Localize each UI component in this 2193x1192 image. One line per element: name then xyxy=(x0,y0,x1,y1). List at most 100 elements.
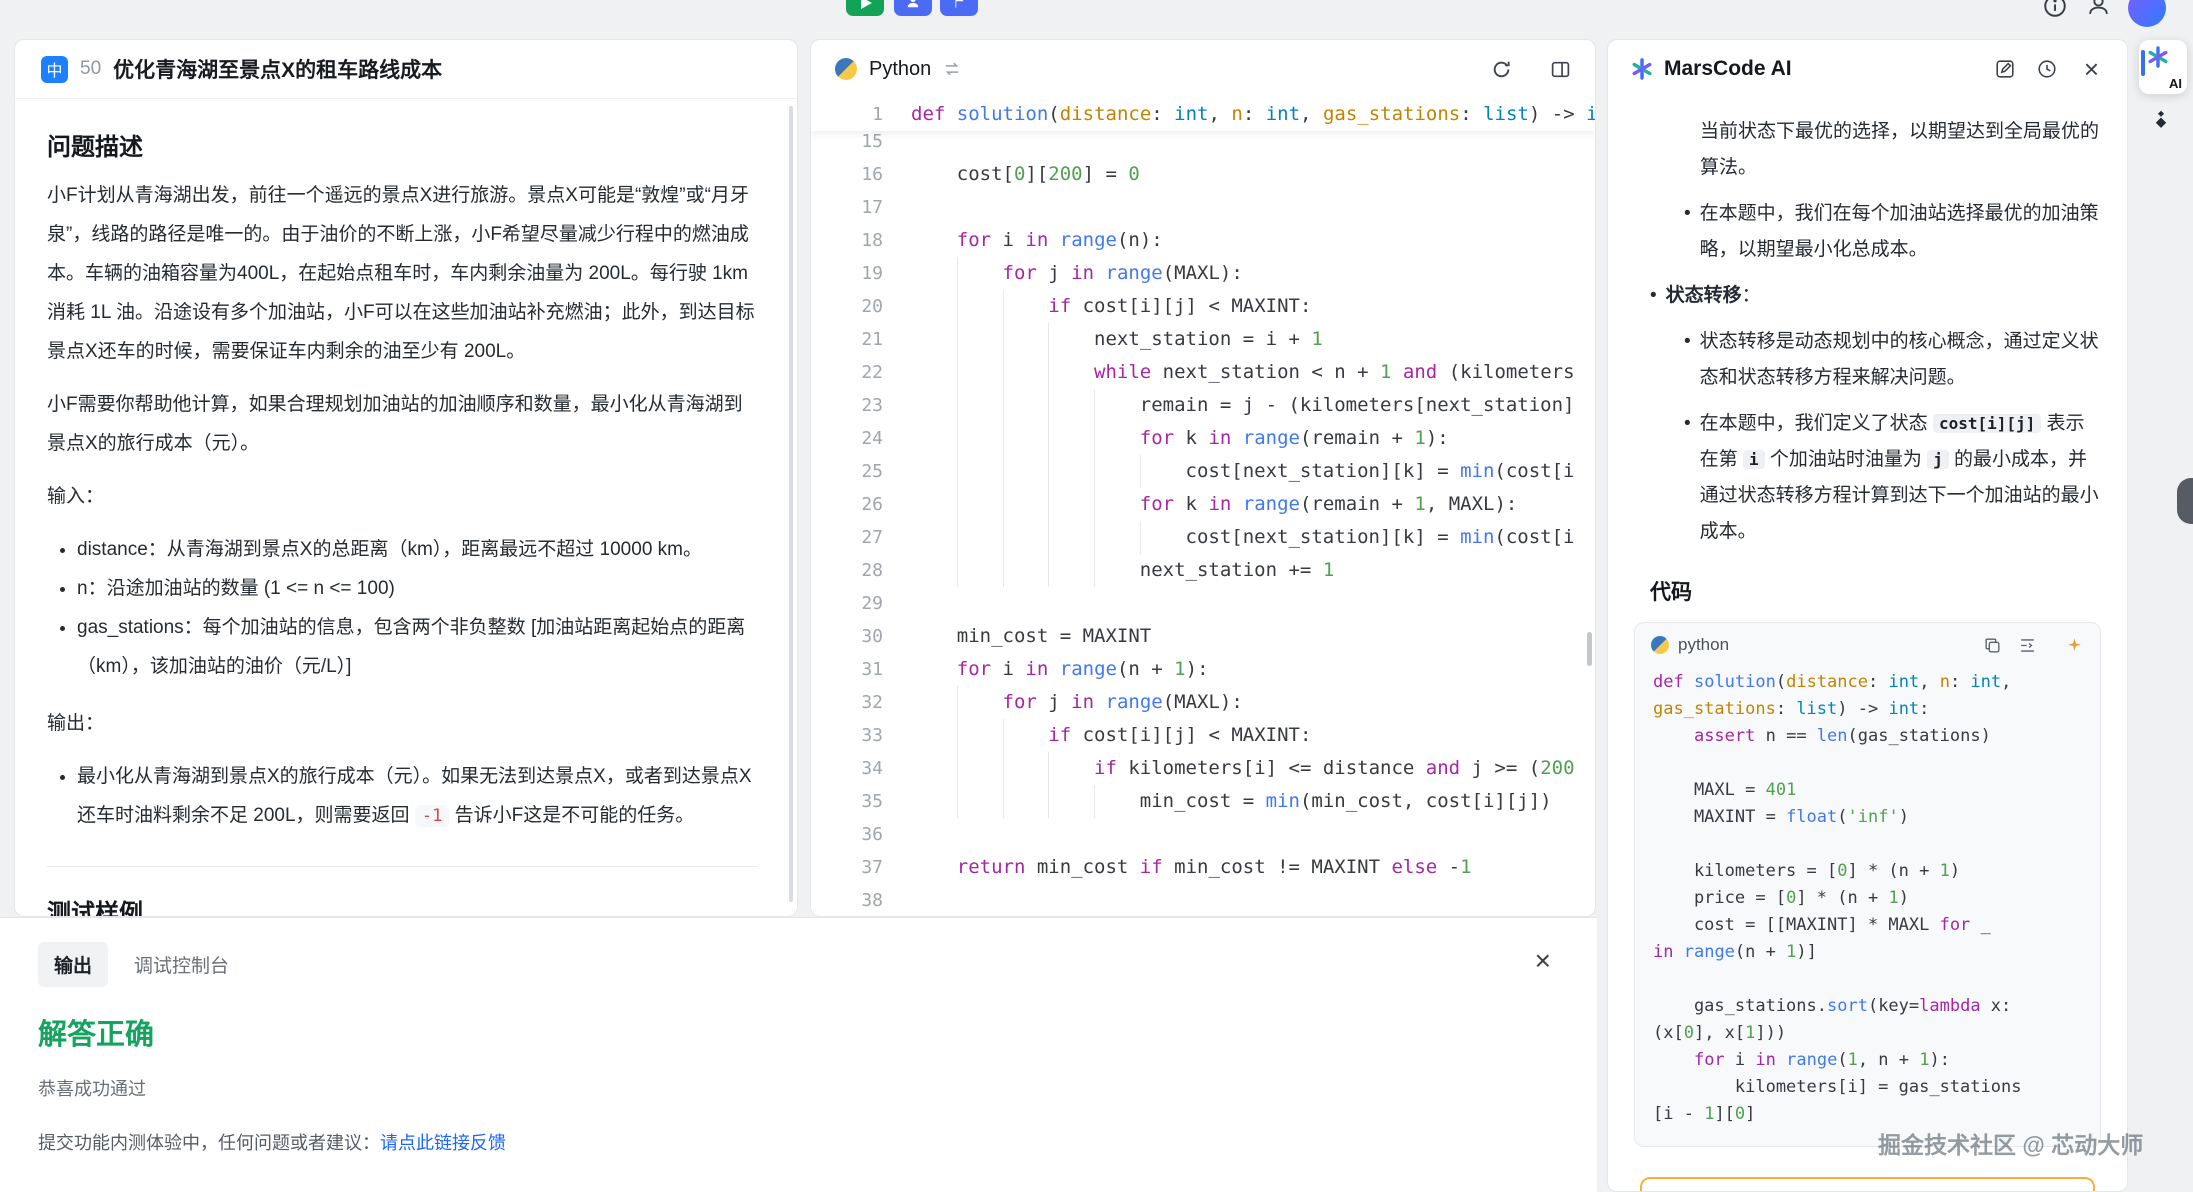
juejin-extension-icon[interactable] xyxy=(2148,108,2174,137)
code-block-header: python xyxy=(1635,623,2100,661)
history-icon[interactable] xyxy=(2036,58,2058,80)
ai-code-line xyxy=(1653,966,2082,993)
editor-line[interactable]: 36 xyxy=(811,818,1595,851)
ai-code-line: (x[0], x[1])) xyxy=(1653,1020,2082,1047)
assistant-button[interactable] xyxy=(894,0,932,16)
editor-panel: Python 1 def solution(distance: int, n: … xyxy=(810,39,1596,917)
editor-line[interactable]: 16 cost[0][200] = 0 xyxy=(811,158,1595,191)
ai-code-line: [i - 1][0] xyxy=(1653,1101,2082,1128)
editor-line[interactable]: 26 for k in range(remain + 1, MAXL): xyxy=(811,488,1595,521)
language-tab[interactable]: Python xyxy=(869,58,931,81)
input-label: 输入： xyxy=(47,477,757,516)
marscode-logo-icon xyxy=(2146,45,2170,69)
close-icon[interactable]: × xyxy=(2078,55,2105,83)
ai-code-content: def solution(distance: int, n: int, gas_s… xyxy=(1635,661,2100,1146)
editor-line[interactable]: 18 for i in range(n): xyxy=(811,224,1595,257)
console-panel: 输出 调试控制台 × 解答正确 恭喜成功通过 提交功能内测体验中，任何问题或者建… xyxy=(0,917,1597,1192)
editor-line[interactable]: 38 xyxy=(811,884,1595,916)
ai-bullet-item: •在本题中，我们定义了状态 cost[i][j] 表示在第 i 个加油站时油量为… xyxy=(1634,406,2101,550)
editor-sticky-line[interactable]: 1 def solution(distance: int, n: int, ga… xyxy=(811,98,1595,131)
editor-line[interactable]: 19 for j in range(MAXL): xyxy=(811,257,1595,290)
copy-icon[interactable] xyxy=(1983,636,2002,655)
editor-line[interactable]: 37 return min_cost if min_cost != MAXINT… xyxy=(811,851,1595,884)
result-title: 解答正确 xyxy=(38,1011,1597,1053)
ai-panel-title: MarsCode AI xyxy=(1664,57,1792,81)
list-item: 最小化从青海湖到景点X的旅行成本（元）。如果无法到达景点X，或者到达景点X还车时… xyxy=(77,757,757,836)
feedback-link[interactable]: 请点此链接反馈 xyxy=(380,1133,506,1153)
problem-scrollbar[interactable] xyxy=(789,106,793,902)
divider xyxy=(47,866,757,867)
problem-paragraph: 小F计划从青海湖出发，前往一个遥远的景点X进行旅游。景点X可能是“敦煌”或“月牙… xyxy=(47,176,757,371)
reset-code-icon[interactable] xyxy=(1491,59,1512,80)
editor-line[interactable]: 29 xyxy=(811,587,1595,620)
app-screen: 中 50 优化青海湖至景点X的租车路线成本 问题描述 小F计划从青海湖出发，前往… xyxy=(0,0,2193,1192)
editor-line[interactable]: 33 if cost[i][j] < MAXINT: xyxy=(811,719,1595,752)
ai-header: MarsCode AI × xyxy=(1608,40,2127,98)
ai-extension-button[interactable]: AI xyxy=(2139,40,2187,94)
editor-line[interactable]: 30 min_cost = MAXINT xyxy=(811,620,1595,653)
ai-label: AI xyxy=(2169,76,2182,91)
flag-icon xyxy=(953,0,966,9)
editor-line[interactable]: 22 while next_station < n + 1 and (kilom… xyxy=(811,356,1595,389)
ai-bullet-list: •在本题中，我们在每个加油站选择最优的加油策略，以期望最小化总成本。 •状态转移：… xyxy=(1634,196,2101,550)
ai-code-line: def solution(distance: int, n: int, xyxy=(1653,669,2082,696)
ai-bullet-item: •在本题中，我们在每个加油站选择最优的加油策略，以期望最小化总成本。 xyxy=(1634,196,2101,268)
editor-lines: 15 16 cost[0][200] = 017 18 for i in ran… xyxy=(811,98,1595,916)
code-text: def solution(distance: int, n: int, gas_… xyxy=(911,98,1595,131)
console-close-icon[interactable]: × xyxy=(1529,946,1557,976)
editor-line[interactable]: 32 for j in range(MAXL): xyxy=(811,686,1595,719)
avatar[interactable] xyxy=(2128,0,2166,27)
problem-title: 优化青海湖至景点X的租车路线成本 xyxy=(113,54,442,84)
ai-code-line xyxy=(1653,750,2082,777)
tab-output[interactable]: 输出 xyxy=(38,942,108,987)
editor-line[interactable]: 24 for k in range(remain + 1): xyxy=(811,422,1595,455)
ai-paragraph-tail: 当前状态下最优的选择，以期望达到全局最优的算法。 xyxy=(1634,114,2101,186)
split-view-icon[interactable] xyxy=(1550,59,1571,80)
person-icon xyxy=(906,0,920,9)
new-chat-icon[interactable] xyxy=(1994,58,2016,80)
clipped-text-line: 贪心算法是一种在每一步选择中都采取 xyxy=(1634,100,2101,112)
ai-code-line: gas_stations.sort(key=lambda x: xyxy=(1653,993,2082,1020)
editor-line[interactable]: 17 xyxy=(811,191,1595,224)
editor-tabbar: Python xyxy=(811,40,1595,99)
ai-code-line: cost = [[MAXINT] * MAXL for _ xyxy=(1653,912,2082,939)
ai-code-line: MAXL = 401 xyxy=(1653,777,2082,804)
problem-body: 问题描述 小F计划从青海湖出发，前往一个遥远的景点X进行旅游。景点X可能是“敦煌… xyxy=(15,99,797,917)
difficulty-badge: 中 xyxy=(41,56,68,83)
marscode-ai-panel: MarsCode AI × 贪心算法是一种在每一步选择中都采取 当前状态下最优的… xyxy=(1607,39,2128,1192)
chat-input[interactable] xyxy=(1640,1177,2095,1192)
ai-code-line: kilometers = [0] * (n + 1) xyxy=(1653,858,2082,885)
tab-debug-console[interactable]: 调试控制台 xyxy=(122,942,241,987)
editor-line[interactable]: 35 min_cost = min(min_cost, cost[i][j]) xyxy=(811,785,1595,818)
code-language-label: python xyxy=(1678,635,1729,655)
info-icon[interactable] xyxy=(2042,0,2068,24)
editor-line[interactable]: 23 remain = j - (kilometers[next_station… xyxy=(811,389,1595,422)
editor-line[interactable]: 25 cost[next_station][k] = min(cost[i xyxy=(811,455,1595,488)
ai-code-block: python def solution(distance: int, n: xyxy=(1634,622,2101,1147)
editor-line[interactable]: 27 cost[next_station][k] = min(cost[i xyxy=(811,521,1595,554)
side-panel-handle[interactable] xyxy=(2177,478,2193,524)
ai-code-line: kilometers[i] = gas_stations xyxy=(1653,1074,2082,1101)
flag-button[interactable] xyxy=(940,0,978,16)
feedback-row: 提交功能内测体验中，任何问题或者建议：请点此链接反馈 xyxy=(38,1129,1597,1155)
active-indicator xyxy=(2141,50,2145,76)
play-icon xyxy=(861,0,872,9)
editor-line[interactable]: 21 next_station = i + 1 xyxy=(811,323,1595,356)
run-button[interactable] xyxy=(846,0,884,16)
user-icon[interactable] xyxy=(2086,0,2111,23)
insert-code-icon[interactable] xyxy=(2018,636,2037,655)
editor-line[interactable]: 31 for i in range(n + 1): xyxy=(811,653,1595,686)
editor-line[interactable]: 20 if cost[i][j] < MAXINT: xyxy=(811,290,1595,323)
language-switch-icon[interactable] xyxy=(943,60,961,78)
ai-code-line: MAXINT = float('inf') xyxy=(1653,804,2082,831)
code-editor[interactable]: 1 def solution(distance: int, n: int, ga… xyxy=(811,98,1595,916)
problem-header: 中 50 优化青海湖至景点X的租车路线成本 xyxy=(15,40,797,99)
ai-bullet-item: •状态转移： xyxy=(1634,278,2101,314)
section-heading-description: 问题描述 xyxy=(47,127,757,162)
apply-code-icon[interactable] xyxy=(2065,636,2084,655)
editor-line[interactable]: 28 next_station += 1 xyxy=(811,554,1595,587)
problem-score: 50 xyxy=(80,58,101,80)
editor-line[interactable]: 34 if kilometers[i] <= distance and j >=… xyxy=(811,752,1595,785)
python-icon xyxy=(1651,636,1669,654)
problem-paragraph: 小F需要你帮助他计算，如果合理规划加油站的加油顺序和数量，最小化从青海湖到景点X… xyxy=(47,385,757,463)
